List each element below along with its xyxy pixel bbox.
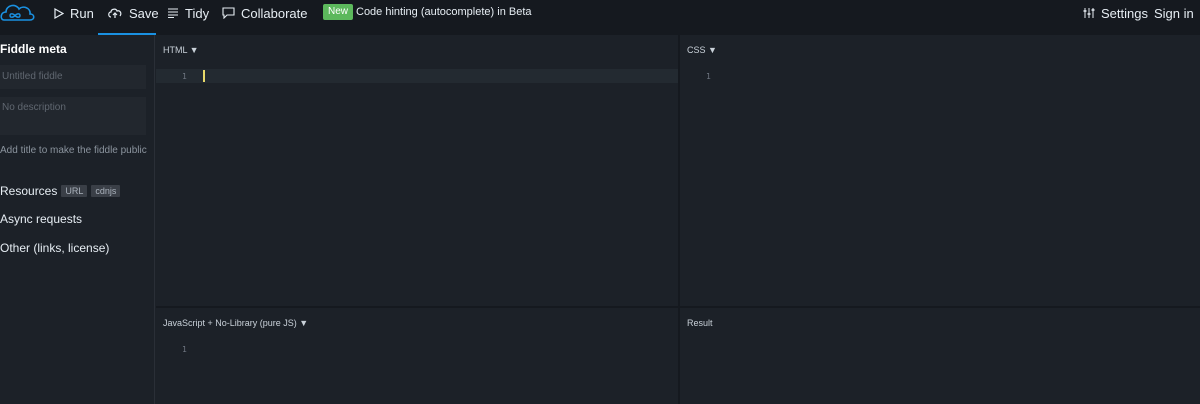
play-icon [54,7,64,19]
fiddle-description-input[interactable]: No description [0,97,146,135]
resources-label: Resources [0,184,58,198]
run-label: Run [70,5,94,21]
save-button[interactable]: Save [107,0,159,26]
beta-notice-link[interactable]: Code hinting (autocomplete) in Beta [356,0,532,24]
result-panel[interactable]: Result [680,308,1200,404]
align-lines-icon [167,8,179,18]
result-panel-label: Result [687,318,713,328]
javascript-editor-panel[interactable]: JavaScript + No-Library (pure JS) ▼ 1 [156,308,678,404]
collaborate-button[interactable]: Collaborate [222,0,308,26]
settings-button[interactable]: Settings [1083,0,1148,26]
fiddle-title-input[interactable]: Untitled fiddle [0,65,146,89]
css-panel-label[interactable]: CSS ▼ [687,45,717,55]
cloud-upload-icon [107,7,123,19]
save-label: Save [129,5,159,21]
sidebar: Fiddle meta Untitled fiddle No descripti… [0,35,155,404]
sign-in-button[interactable]: Sign in [1154,0,1194,26]
fiddle-meta-heading: Fiddle meta [0,42,67,56]
javascript-panel-label[interactable]: JavaScript + No-Library (pure JS) ▼ [163,318,308,328]
line-number: 1 [182,72,187,81]
html-panel-label[interactable]: HTML ▼ [163,45,199,55]
tidy-button[interactable]: Tidy [167,0,209,26]
chat-bubble-icon [222,7,235,19]
other-links-license-link[interactable]: Other (links, license) [0,241,109,255]
public-hint-text: Add title to make the fiddle public [0,145,147,156]
tidy-label: Tidy [185,5,210,21]
css-editor-panel[interactable]: CSS ▼ 1 [680,35,1200,306]
top-toolbar: Run Save Tidy Collaborate New Code hinti… [0,0,1200,35]
html-editor-panel[interactable]: HTML ▼ 1 [156,35,678,306]
collaborate-label: Collaborate [241,5,308,21]
url-tag[interactable]: URL [61,185,88,197]
jsfiddle-logo-icon[interactable] [0,0,36,26]
cdnjs-tag[interactable]: cdnjs [91,185,121,197]
line-number: 1 [182,345,187,354]
active-line-highlight [156,69,678,83]
text-cursor [203,70,205,82]
sliders-icon [1083,7,1095,19]
resources-section[interactable]: Resources URL cdnjs [0,184,121,198]
new-badge: New [323,4,354,20]
settings-label: Settings [1101,5,1148,21]
async-requests-link[interactable]: Async requests [0,212,82,226]
sign-in-label: Sign in [1154,5,1194,21]
line-number: 1 [706,72,711,81]
run-button[interactable]: Run [54,0,94,26]
